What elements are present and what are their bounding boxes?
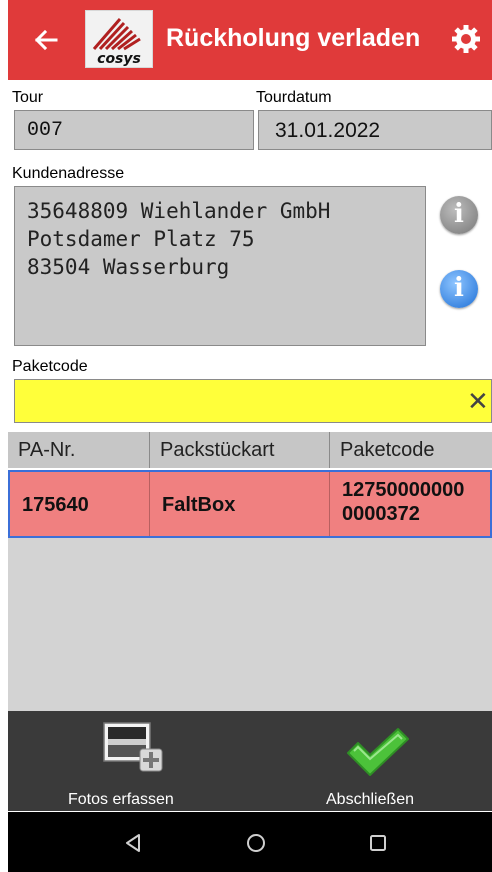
nav-back-icon[interactable] [122,832,144,854]
tour-date-label: Tourdatum [256,89,332,106]
table-empty-area [8,538,492,711]
column-header-paketcode[interactable]: Paketcode [330,432,492,468]
nav-home-icon[interactable] [245,832,267,854]
nav-recents-icon[interactable] [368,833,388,853]
finish-button-label[interactable]: Abschließen [326,791,414,809]
system-nav-bar [8,812,492,872]
cell-pa-nr: 175640 [10,472,150,536]
action-bar: Fotos erfassen Abschließen [8,711,492,811]
tour-field[interactable]: 007 [14,110,254,150]
tour-date-field[interactable]: 31.01.2022 [258,110,492,150]
column-header-pa-nr[interactable]: PA-Nr. [8,432,150,468]
top-app-bar: cosys Rückholung verladen [8,0,492,80]
cosys-logo: cosys [85,10,153,68]
table-row[interactable]: 175640 FaltBox 12750000000 0000372 [8,470,492,538]
column-header-packstueckart[interactable]: Packstückart [150,432,330,468]
address-text: 35648809 Wiehlander GmbH Potsdamer Platz … [27,197,330,281]
page-title: Rückholung verladen [166,24,421,52]
package-code-input[interactable]: ✕ [14,379,492,423]
back-arrow-icon[interactable] [28,22,64,58]
address-label: Kundenadresse [12,165,125,182]
clear-icon[interactable]: ✕ [467,386,491,416]
checkmark-icon[interactable] [344,725,410,779]
gear-icon[interactable] [451,24,481,54]
tour-value: 007 [27,119,64,142]
cell-paketcode: 12750000000 0000372 [330,472,492,536]
photo-add-icon[interactable] [102,719,166,777]
info-icon[interactable]: i [440,196,478,234]
cell-packstueckart: FaltBox [150,472,330,536]
address-line: Potsdamer Platz 75 [27,227,255,251]
package-code-label: Paketcode [12,358,88,375]
photos-button-label[interactable]: Fotos erfassen [68,791,174,809]
tour-date-value: 31.01.2022 [275,119,381,142]
app-screen: cosys Rückholung verladen Tour 007 Tourd… [8,0,492,872]
paketcode-line: 0000372 [342,503,420,525]
paketcode-line: 12750000000 [342,479,465,501]
address-line: 83504 Wasserburg [27,255,230,279]
tour-label: Tour [12,89,44,106]
address-field[interactable]: 35648809 Wiehlander GmbH Potsdamer Platz … [14,186,426,346]
address-line: 35648809 Wiehlander GmbH [27,199,331,223]
info-blue-icon[interactable]: i [440,270,478,308]
table-header: PA-Nr. Packstückart Paketcode [8,432,492,468]
logo-text: cosys [97,51,141,67]
